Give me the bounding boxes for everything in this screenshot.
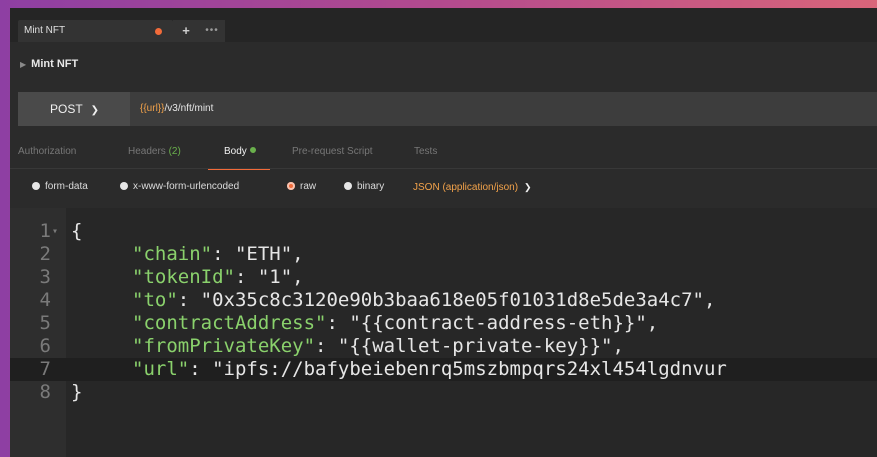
body-active-dot-icon	[249, 147, 256, 153]
json-value: "{{wallet-private-key}}",	[337, 335, 624, 357]
divider	[10, 168, 877, 169]
radio-label: x-www-form-urlencoded	[133, 181, 240, 192]
tab-authorization[interactable]: Authorization	[18, 146, 76, 157]
chevron-down-icon: ❯	[90, 105, 100, 116]
url-variable: {{url}}	[140, 103, 165, 114]
json-value: "0x35c8c3120e90b3baa618e05f01031d8e5de3a…	[200, 289, 716, 311]
chevron-down-icon: ❯	[524, 182, 532, 192]
content-type-label: JSON (application/json)	[413, 182, 519, 193]
code-line: 3 "tokenId": "1",	[10, 266, 877, 289]
colon: :	[326, 312, 350, 334]
colon: :	[315, 335, 338, 357]
request-tab[interactable]: Mint NFT	[18, 20, 173, 42]
new-tab-button[interactable]: +	[173, 20, 199, 42]
json-key: "to"	[132, 289, 178, 311]
more-tabs-button[interactable]: •••	[199, 20, 225, 42]
json-value: "1",	[257, 266, 304, 288]
tab-headers[interactable]: Headers (2)	[128, 146, 181, 157]
code-line-active: 7 "url": "ipfs://bafybeiebenrq5mszbmpqrs…	[10, 358, 877, 381]
json-key: "url"	[132, 358, 190, 380]
radio-icon	[32, 182, 40, 190]
radio-binary[interactable]: binary	[344, 180, 384, 194]
colon: :	[177, 289, 201, 311]
tab-tests[interactable]: Tests	[414, 146, 437, 157]
radio-raw[interactable]: raw	[287, 180, 316, 194]
method-label: POST	[50, 102, 83, 116]
tab-headers-label: Headers	[128, 146, 166, 157]
line-number: 4	[39, 289, 51, 311]
radio-icon	[344, 182, 352, 190]
json-key: "contractAddress"	[132, 312, 327, 334]
url-bar: POST ❯ {{url}}/v3/nft/mint	[18, 92, 877, 126]
tab-body[interactable]: Body	[224, 146, 256, 157]
colon: :	[234, 266, 258, 288]
url-input[interactable]: {{url}}/v3/nft/mint	[140, 92, 213, 126]
postman-window: Mint NFT + ••• ▶ Mint NFT POST ❯ {{url}}/v…	[10, 8, 877, 457]
colon: :	[212, 243, 235, 265]
line-number: 1	[39, 220, 51, 242]
request-name-header[interactable]: ▶ Mint NFT	[10, 54, 320, 74]
code-line: 2 "chain": "ETH",	[10, 243, 877, 266]
code-line: 8 }	[10, 381, 877, 404]
tab-prerequest-script[interactable]: Pre-request Script	[292, 146, 373, 157]
code-editor[interactable]: 1 ▾ { 2 "chain": "ETH", 3 "tokenId": "1"…	[10, 208, 877, 457]
body-type-options: form-data x-www-form-urlencoded raw bina…	[10, 178, 877, 196]
line-number: 2	[39, 243, 51, 265]
line-number: 3	[39, 266, 51, 288]
method-select[interactable]: POST ❯	[18, 92, 130, 126]
json-key: "fromPrivateKey"	[132, 335, 316, 357]
request-name: Mint NFT	[31, 58, 79, 70]
json-key: "tokenId"	[132, 266, 235, 288]
tab-body-label: Body	[224, 146, 247, 157]
radio-label: form-data	[45, 181, 88, 192]
request-section-tabs: Authorization Headers (2) Body Pre-reque…	[10, 140, 877, 170]
code-line: 6 "fromPrivateKey": "{{wallet-private-ke…	[10, 335, 877, 358]
radio-form-data[interactable]: form-data	[32, 180, 88, 194]
content-type-select[interactable]: JSON (application/json) ❯	[413, 180, 532, 195]
chevron-right-icon[interactable]: ▶	[20, 55, 26, 75]
unsaved-dot-icon	[155, 28, 162, 35]
colon: :	[189, 358, 213, 380]
json-key: "chain"	[132, 243, 213, 265]
request-tab-title: Mint NFT	[24, 25, 66, 36]
close-brace: }	[71, 381, 83, 403]
headers-count: (2)	[168, 146, 181, 157]
json-value: "ipfs://bafybeiebenrq5mszbmpqrs24xl454lg…	[212, 358, 727, 380]
line-number: 5	[39, 312, 51, 334]
json-value: "{{contract-address-eth}}",	[349, 312, 659, 334]
url-path: /v3/nft/mint	[164, 103, 214, 114]
radio-label: raw	[300, 181, 317, 192]
line-number: 8	[39, 381, 51, 403]
json-value: "ETH",	[234, 243, 304, 265]
code-line: 1 ▾ {	[10, 220, 877, 243]
radio-icon	[120, 182, 128, 190]
line-number: 7	[39, 358, 51, 380]
code-line: 5 "contractAddress": "{{contract-address…	[10, 312, 877, 335]
fold-arrow-icon[interactable]: ▾	[52, 220, 58, 243]
tab-bar: Mint NFT + •••	[10, 8, 877, 42]
radio-label: binary	[357, 181, 385, 192]
line-number: 6	[39, 335, 51, 357]
radio-selected-icon	[287, 182, 295, 190]
code-line: 4 "to": "0x35c8c3120e90b3baa618e05f01031…	[10, 289, 877, 312]
open-brace: {	[71, 220, 83, 242]
radio-urlencoded[interactable]: x-www-form-urlencoded	[120, 180, 239, 194]
